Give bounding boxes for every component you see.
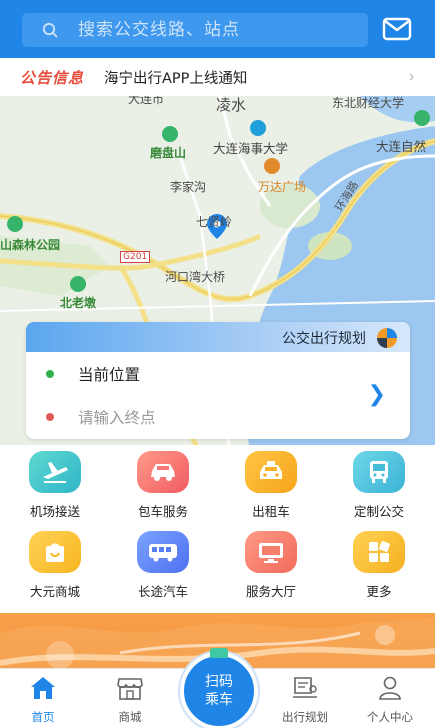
service-more[interactable]: 更多 (334, 531, 424, 607)
route-planner-title: 公交出行规划 (282, 331, 366, 347)
service-hall[interactable]: 服务大厅 (226, 531, 316, 607)
shopping-bag-icon (29, 531, 81, 573)
coach-bus-icon (137, 531, 189, 573)
map-label: 李家沟 (170, 180, 207, 194)
service-label: 长途汽车 (137, 584, 188, 599)
service-label: 更多 (366, 584, 392, 599)
scan-label-line2: 乘车 (205, 692, 233, 708)
map-label: 山森林公园 (0, 238, 61, 252)
tab-label: 出行规划 (282, 710, 328, 724)
service-label: 出租车 (252, 504, 290, 519)
service-custom-bus[interactable]: 定制公交 (334, 451, 424, 527)
tab-profile[interactable]: 个人中心 (355, 675, 425, 725)
tab-home[interactable]: 首页 (8, 675, 78, 725)
map-label: 东北财经大学 (332, 96, 405, 110)
origin-field[interactable]: 当前位置 (26, 354, 366, 394)
bus-planner-logo-icon (377, 328, 397, 348)
search-icon (42, 22, 58, 38)
service-label: 包车服务 (137, 504, 188, 519)
origin-dot-icon (46, 370, 54, 378)
more-grid-icon (353, 531, 405, 573)
search-input[interactable] (78, 20, 358, 40)
scan-to-ride-button[interactable]: 扫码 乘车 (180, 648, 258, 728)
map-label: 凌水 (216, 96, 247, 114)
charter-car-icon (137, 451, 189, 493)
map-label: G201 (120, 251, 151, 263)
service-label: 大元商城 (29, 584, 80, 599)
map-label: 万达广场 (258, 180, 307, 194)
shop-icon (117, 678, 143, 700)
notice-bar[interactable]: 公告信息 海宁出行APP上线通知 › (0, 58, 435, 96)
origin-label: 当前位置 (78, 366, 141, 384)
destination-placeholder: 请输入终点 (78, 409, 156, 427)
service-hall-icon (245, 531, 297, 573)
tab-route-planning[interactable]: 出行规划 (270, 675, 340, 725)
destination-dot-icon (46, 413, 54, 421)
destination-field[interactable]: 请输入终点 (26, 397, 366, 437)
app-screen: 公告信息 海宁出行APP上线通知 › (0, 0, 435, 728)
map-label: 北老墩 (60, 296, 97, 310)
tab-mall[interactable]: 商城 (95, 675, 165, 725)
service-label: 定制公交 (353, 504, 404, 519)
map-label: 大连自然 (376, 139, 427, 154)
route-plan-icon (293, 677, 317, 698)
tab-label: 首页 (31, 710, 55, 724)
map-label: 磨盘山 (150, 146, 187, 160)
chevron-right-icon[interactable]: ❯ (368, 382, 386, 407)
map-label: 河口湾大桥 (165, 270, 226, 284)
route-planner-card: 公交出行规划 当前位置 请输入终点 ❯ (26, 322, 410, 439)
top-header (0, 0, 435, 58)
custom-bus-icon (353, 451, 405, 493)
service-airport[interactable]: 机场接送 (10, 451, 100, 527)
service-mall[interactable]: 大元商城 (10, 531, 100, 607)
route-planner-header: 公交出行规划 (26, 322, 410, 352)
airport-shuttle-icon (29, 451, 81, 493)
message-icon[interactable] (382, 17, 412, 41)
chevron-right-icon: › (408, 67, 415, 87)
service-taxi[interactable]: 出租车 (226, 451, 316, 527)
notice-badge: 公告信息 (20, 68, 85, 87)
search-bar[interactable] (22, 13, 368, 47)
notice-text[interactable]: 海宁出行APP上线通知 (104, 67, 247, 88)
service-charter[interactable]: 包车服务 (118, 451, 208, 527)
service-label: 服务大厅 (245, 584, 296, 599)
tab-label: 商城 (118, 710, 142, 724)
map-label: 七贤岭 (196, 215, 233, 229)
map-label: 大连市 (128, 96, 165, 106)
service-coach[interactable]: 长途汽车 (118, 531, 208, 607)
scan-label-line1: 扫码 (205, 674, 233, 690)
home-icon (31, 677, 55, 699)
user-icon (379, 676, 401, 700)
service-grid: 机场接送 包车服务 出租车 定制公交 大元商城 长途汽车 服务大厅 更多 (0, 445, 435, 615)
taxi-icon (245, 451, 297, 493)
tab-label: 个人中心 (367, 710, 413, 724)
scan-button-accent (210, 648, 228, 658)
map-label: 大连海事大学 (213, 141, 289, 156)
service-label: 机场接送 (29, 504, 80, 519)
